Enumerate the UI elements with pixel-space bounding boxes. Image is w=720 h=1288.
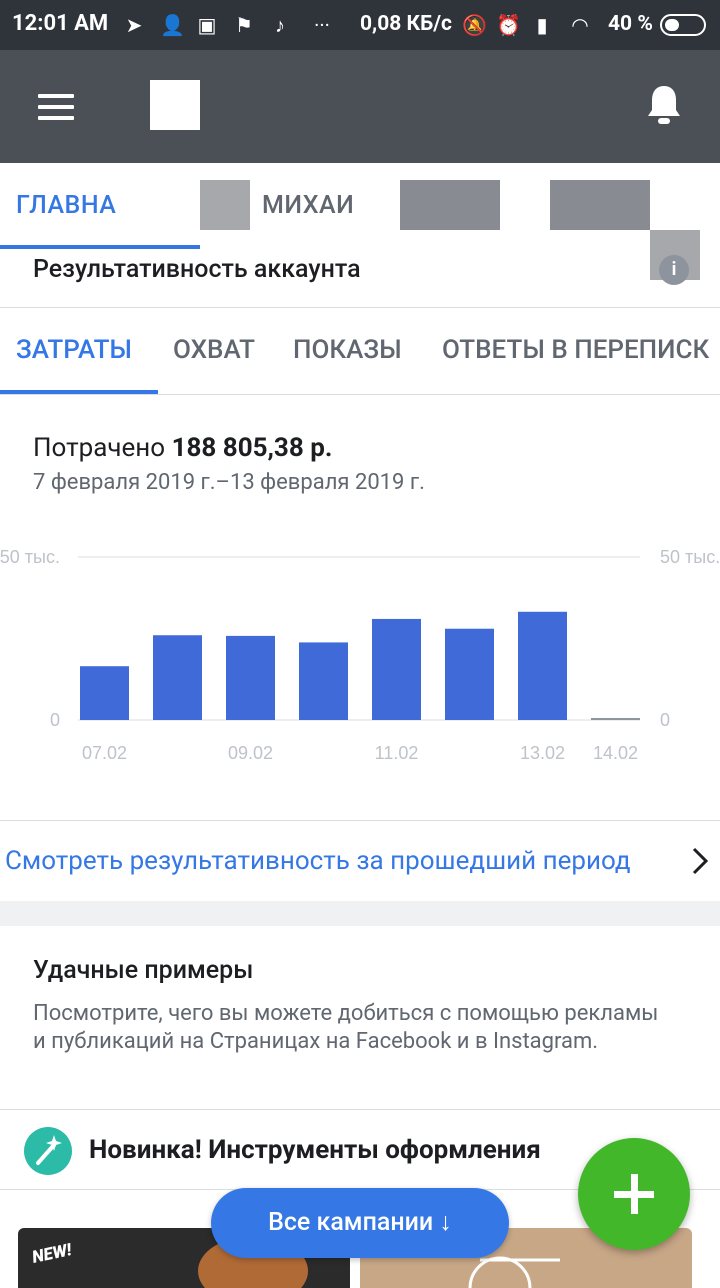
spent-summary: Потрачено 188 805,38 р. <box>33 433 332 463</box>
x-tick-label: 14.02 <box>593 743 638 763</box>
account-tabs: ГЛАВНА МИХАИ <box>0 163 720 280</box>
divider <box>0 307 720 308</box>
battery-icon <box>660 14 706 36</box>
x-tick-label: 13.02 <box>520 743 565 763</box>
chart-bar <box>445 628 494 720</box>
status-time: 12:01 AM <box>12 11 109 36</box>
flag-icon: ⚑ <box>235 13 253 37</box>
examples-description: Посмотрите, чего вы можете добиться с по… <box>33 1001 659 1054</box>
battery-percent: 40 % <box>608 12 653 36</box>
chevron-right-icon <box>692 847 709 875</box>
performance-title: Результативность аккаунта <box>33 255 361 284</box>
redaction-block <box>550 180 650 230</box>
chart-bar <box>372 618 421 720</box>
status-bar: 12:01 AM ➤ 👤 ▣ ⚑ ♪ ··· 0,08 КБ/с 🔕 ⏰ ▮ ◠… <box>0 0 720 50</box>
page-avatar[interactable] <box>150 80 200 130</box>
chart-bar <box>518 611 567 720</box>
date-range: 7 февраля 2019 г.–13 февраля 2019 г. <box>33 470 425 495</box>
tab-main[interactable]: ГЛАВНА <box>16 191 116 220</box>
x-tick-label: 07.02 <box>82 743 127 763</box>
plus-icon-vertical <box>631 1174 638 1214</box>
spent-value: 188 805,38 р. <box>171 433 333 463</box>
contacts-icon: 👤 <box>160 13 185 37</box>
spend-chart: 50 тыс. 0 50 тыс. 0 07.02 09.02 11.02 13.02 14.0… <box>0 547 720 763</box>
spent-label: Потрачено <box>33 433 166 463</box>
chart-bar <box>299 642 348 720</box>
redaction-block <box>400 180 500 230</box>
app-bar <box>0 50 720 163</box>
y-tick-label-left: 0 <box>50 710 60 730</box>
alarm-icon: ⏰ <box>496 13 521 37</box>
wifi-icon: ◠ <box>571 13 589 37</box>
telegram-icon: ➤ <box>125 13 143 37</box>
bell-icon[interactable] <box>644 82 684 130</box>
past-period-link[interactable]: Смотреть результативность за прошедший п… <box>5 846 631 876</box>
signal-icon: ▮ <box>536 13 548 37</box>
chart-bar <box>80 666 129 720</box>
y-tick-label-right: 50 тыс. <box>660 547 720 567</box>
all-campaigns-button[interactable]: Все кампании ↓ <box>211 1188 509 1258</box>
info-icon[interactable]: i <box>659 255 689 285</box>
examples-title: Удачные примеры <box>33 956 254 985</box>
menu-icon[interactable] <box>38 94 74 120</box>
app-icon: ▣ <box>197 13 217 37</box>
tab-spend[interactable]: ЗАТРАТЫ <box>16 335 132 365</box>
active-tab-indicator <box>0 245 200 249</box>
create-ad-button[interactable] <box>578 1138 690 1250</box>
magic-wand-icon <box>24 1127 72 1175</box>
tab-replies[interactable]: ОТВЕТЫ В ПЕРЕПИСК <box>442 335 709 365</box>
more-icon: ··· <box>314 13 330 37</box>
chart-bar <box>153 635 202 720</box>
tab-account[interactable]: МИХАИ <box>262 191 354 220</box>
tab-impressions[interactable]: ПОКАЗЫ <box>293 335 402 365</box>
chart-bar <box>226 635 275 720</box>
divider <box>0 1109 720 1110</box>
tiktok-icon: ♪ <box>275 13 285 37</box>
network-speed: 0,08 КБ/с <box>360 12 452 36</box>
x-tick-label: 11.02 <box>375 743 419 763</box>
divider <box>0 394 720 395</box>
x-tick-label: 09.02 <box>228 743 273 763</box>
news-title: Новинка! Инструменты оформления <box>89 1135 541 1165</box>
tab-reach[interactable]: ОХВАТ <box>173 335 255 365</box>
section-gap <box>0 901 720 926</box>
chart-bar <box>591 718 640 720</box>
past-period-link-row[interactable]: Смотреть результативность за прошедший п… <box>0 822 720 900</box>
y-tick-label-right: 0 <box>660 710 670 730</box>
new-badge: NEW! <box>30 1240 74 1268</box>
redaction-block <box>200 180 250 230</box>
divider <box>0 820 720 821</box>
mute-icon: 🔕 <box>462 13 487 37</box>
y-tick-label-left: 50 тыс. <box>0 547 60 567</box>
